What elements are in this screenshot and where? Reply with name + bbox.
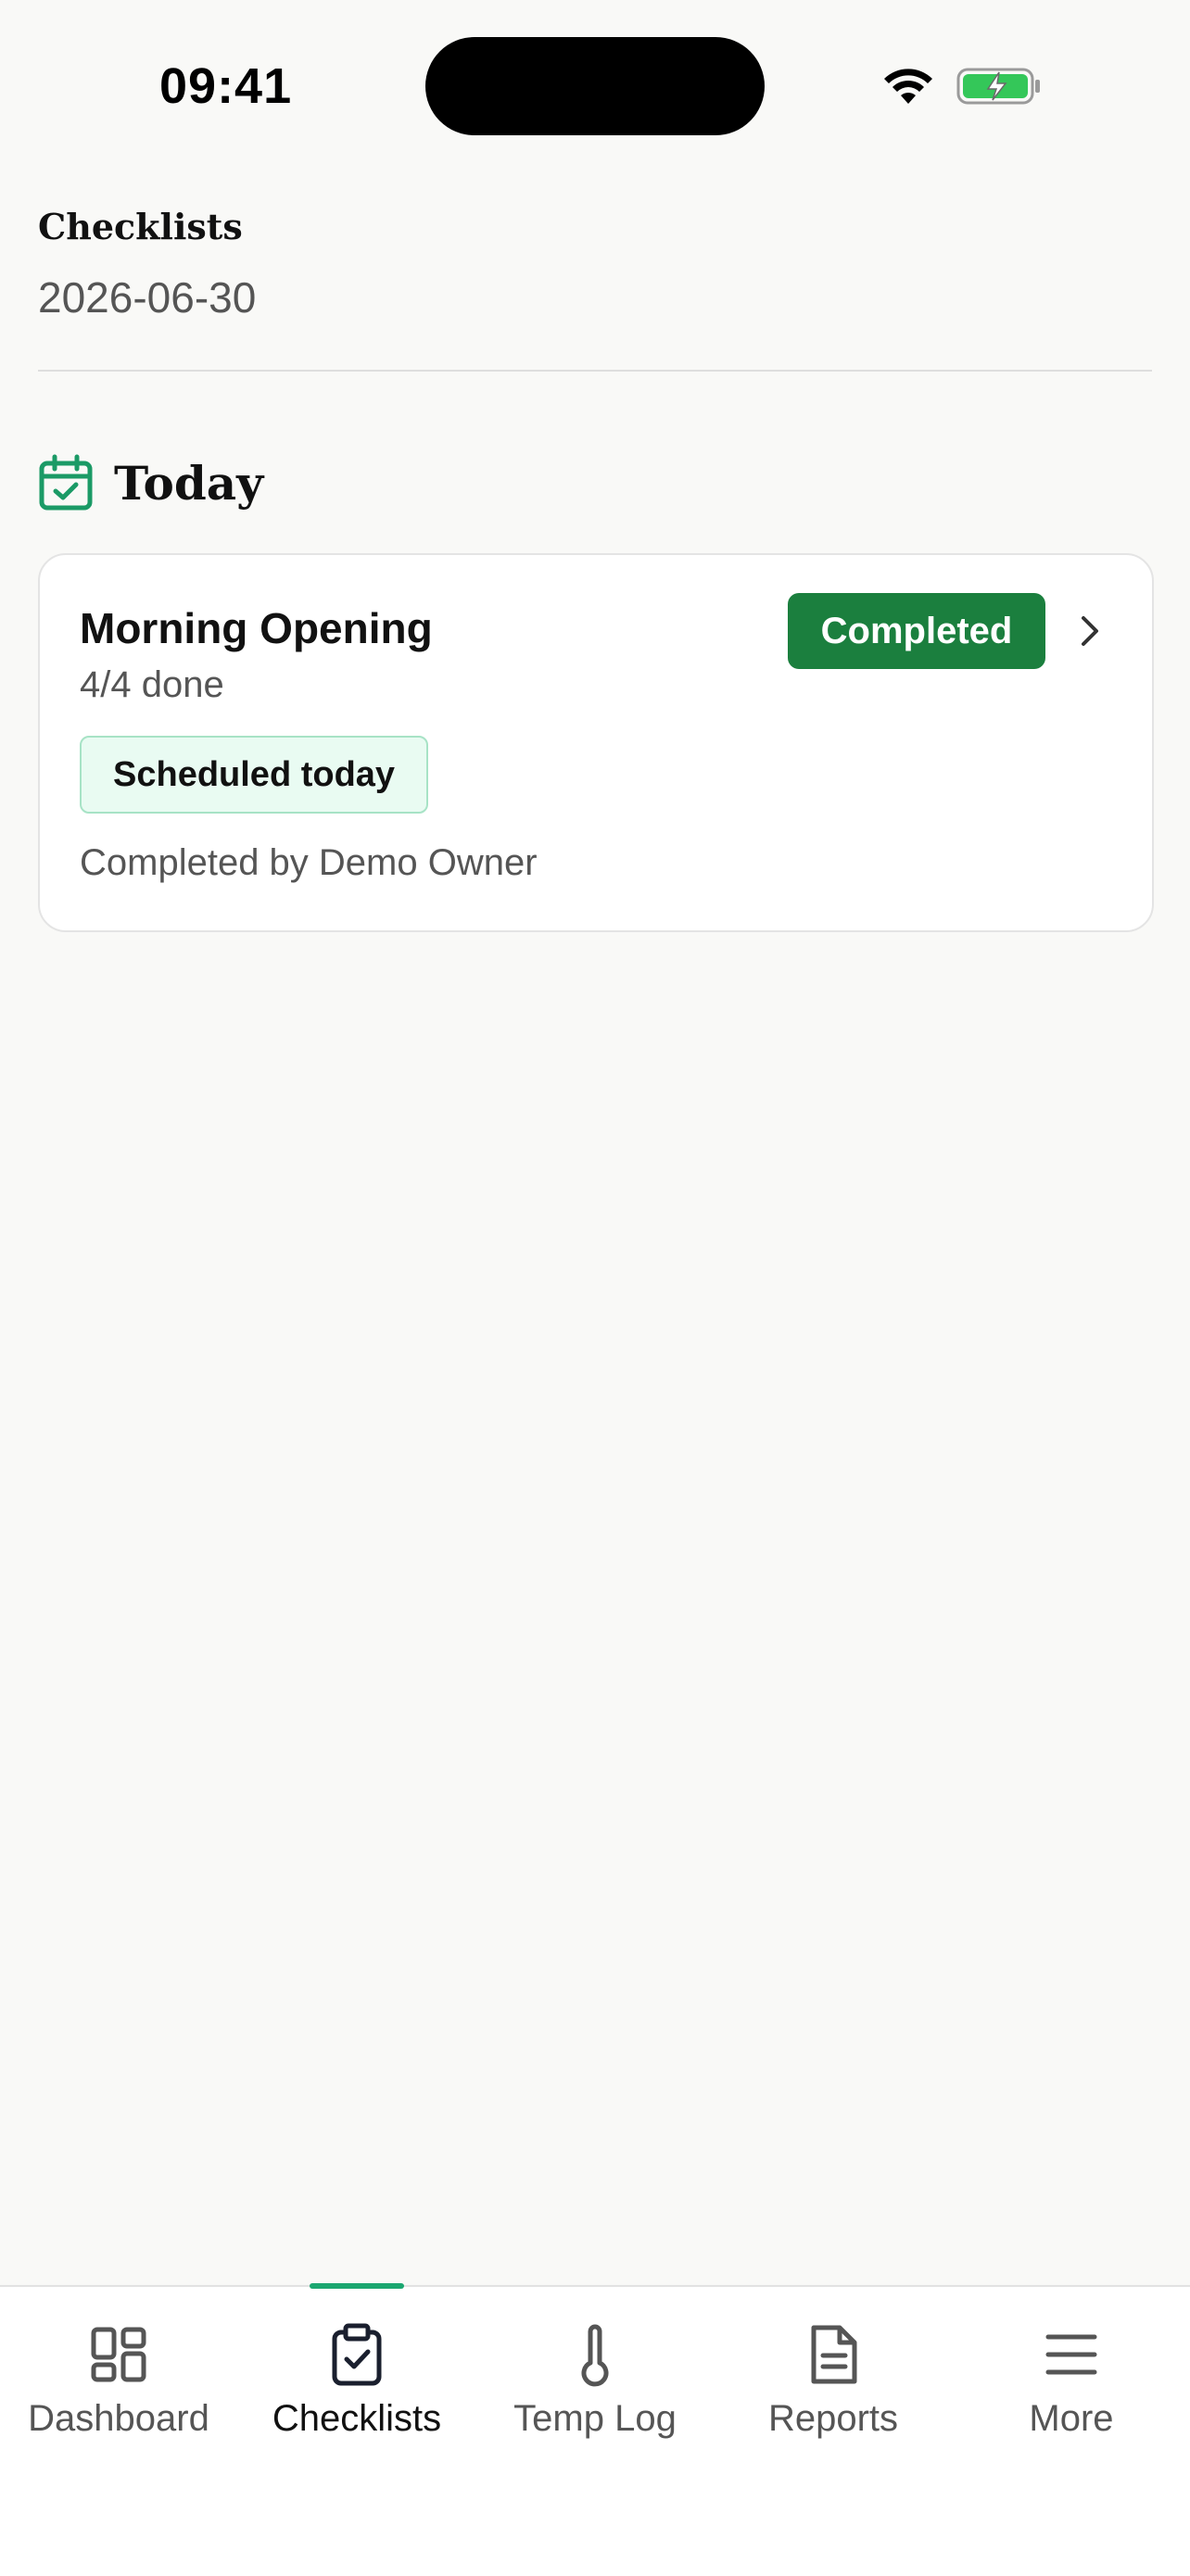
document-icon [811, 2325, 857, 2384]
page-date: 2026-06-30 [38, 273, 257, 322]
checklist-progress: 4/4 done [80, 664, 224, 705]
chevron-right-icon[interactable] [1071, 612, 1108, 650]
clipboard-check-icon [332, 2323, 382, 2386]
dashboard-grid-icon [91, 2327, 146, 2382]
tab-label: Temp Log [513, 2398, 677, 2439]
completed-by-text: Completed by Demo Owner [80, 842, 538, 883]
tab-more[interactable]: More [953, 2287, 1190, 2472]
wifi-icon [884, 69, 932, 104]
status-time: 09:41 [159, 58, 293, 114]
tab-reports[interactable]: Reports [715, 2287, 952, 2472]
section-header: Today [38, 450, 263, 515]
battery-charging-icon [956, 68, 1040, 105]
status-badge: Completed [788, 593, 1045, 669]
schedule-badge: Scheduled today [80, 736, 429, 814]
header-divider [38, 370, 1152, 372]
page-title: Checklists [38, 206, 243, 247]
checklist-title: Morning Opening [80, 604, 433, 652]
calendar-check-icon [39, 454, 93, 511]
dynamic-island [425, 37, 765, 135]
tab-label: Checklists [272, 2398, 442, 2439]
thermometer-icon [581, 2324, 609, 2387]
tab-label: Reports [767, 2398, 899, 2439]
menu-icon [1045, 2334, 1097, 2375]
status-bar: 09:41 [0, 0, 1190, 167]
tab-label: More [1029, 2398, 1114, 2439]
tab-dashboard[interactable]: Dashboard [0, 2287, 237, 2472]
checklist-card[interactable]: Morning Opening 4/4 done Scheduled today… [38, 553, 1154, 932]
tab-checklists[interactable]: Checklists [238, 2287, 475, 2472]
section-title: Today [114, 455, 264, 511]
tab-bar: Dashboard Checklists Temp Log Reports Mo… [0, 2283, 1190, 2576]
tab-temp-log[interactable]: Temp Log [476, 2287, 714, 2472]
tab-label: Dashboard [28, 2398, 209, 2439]
